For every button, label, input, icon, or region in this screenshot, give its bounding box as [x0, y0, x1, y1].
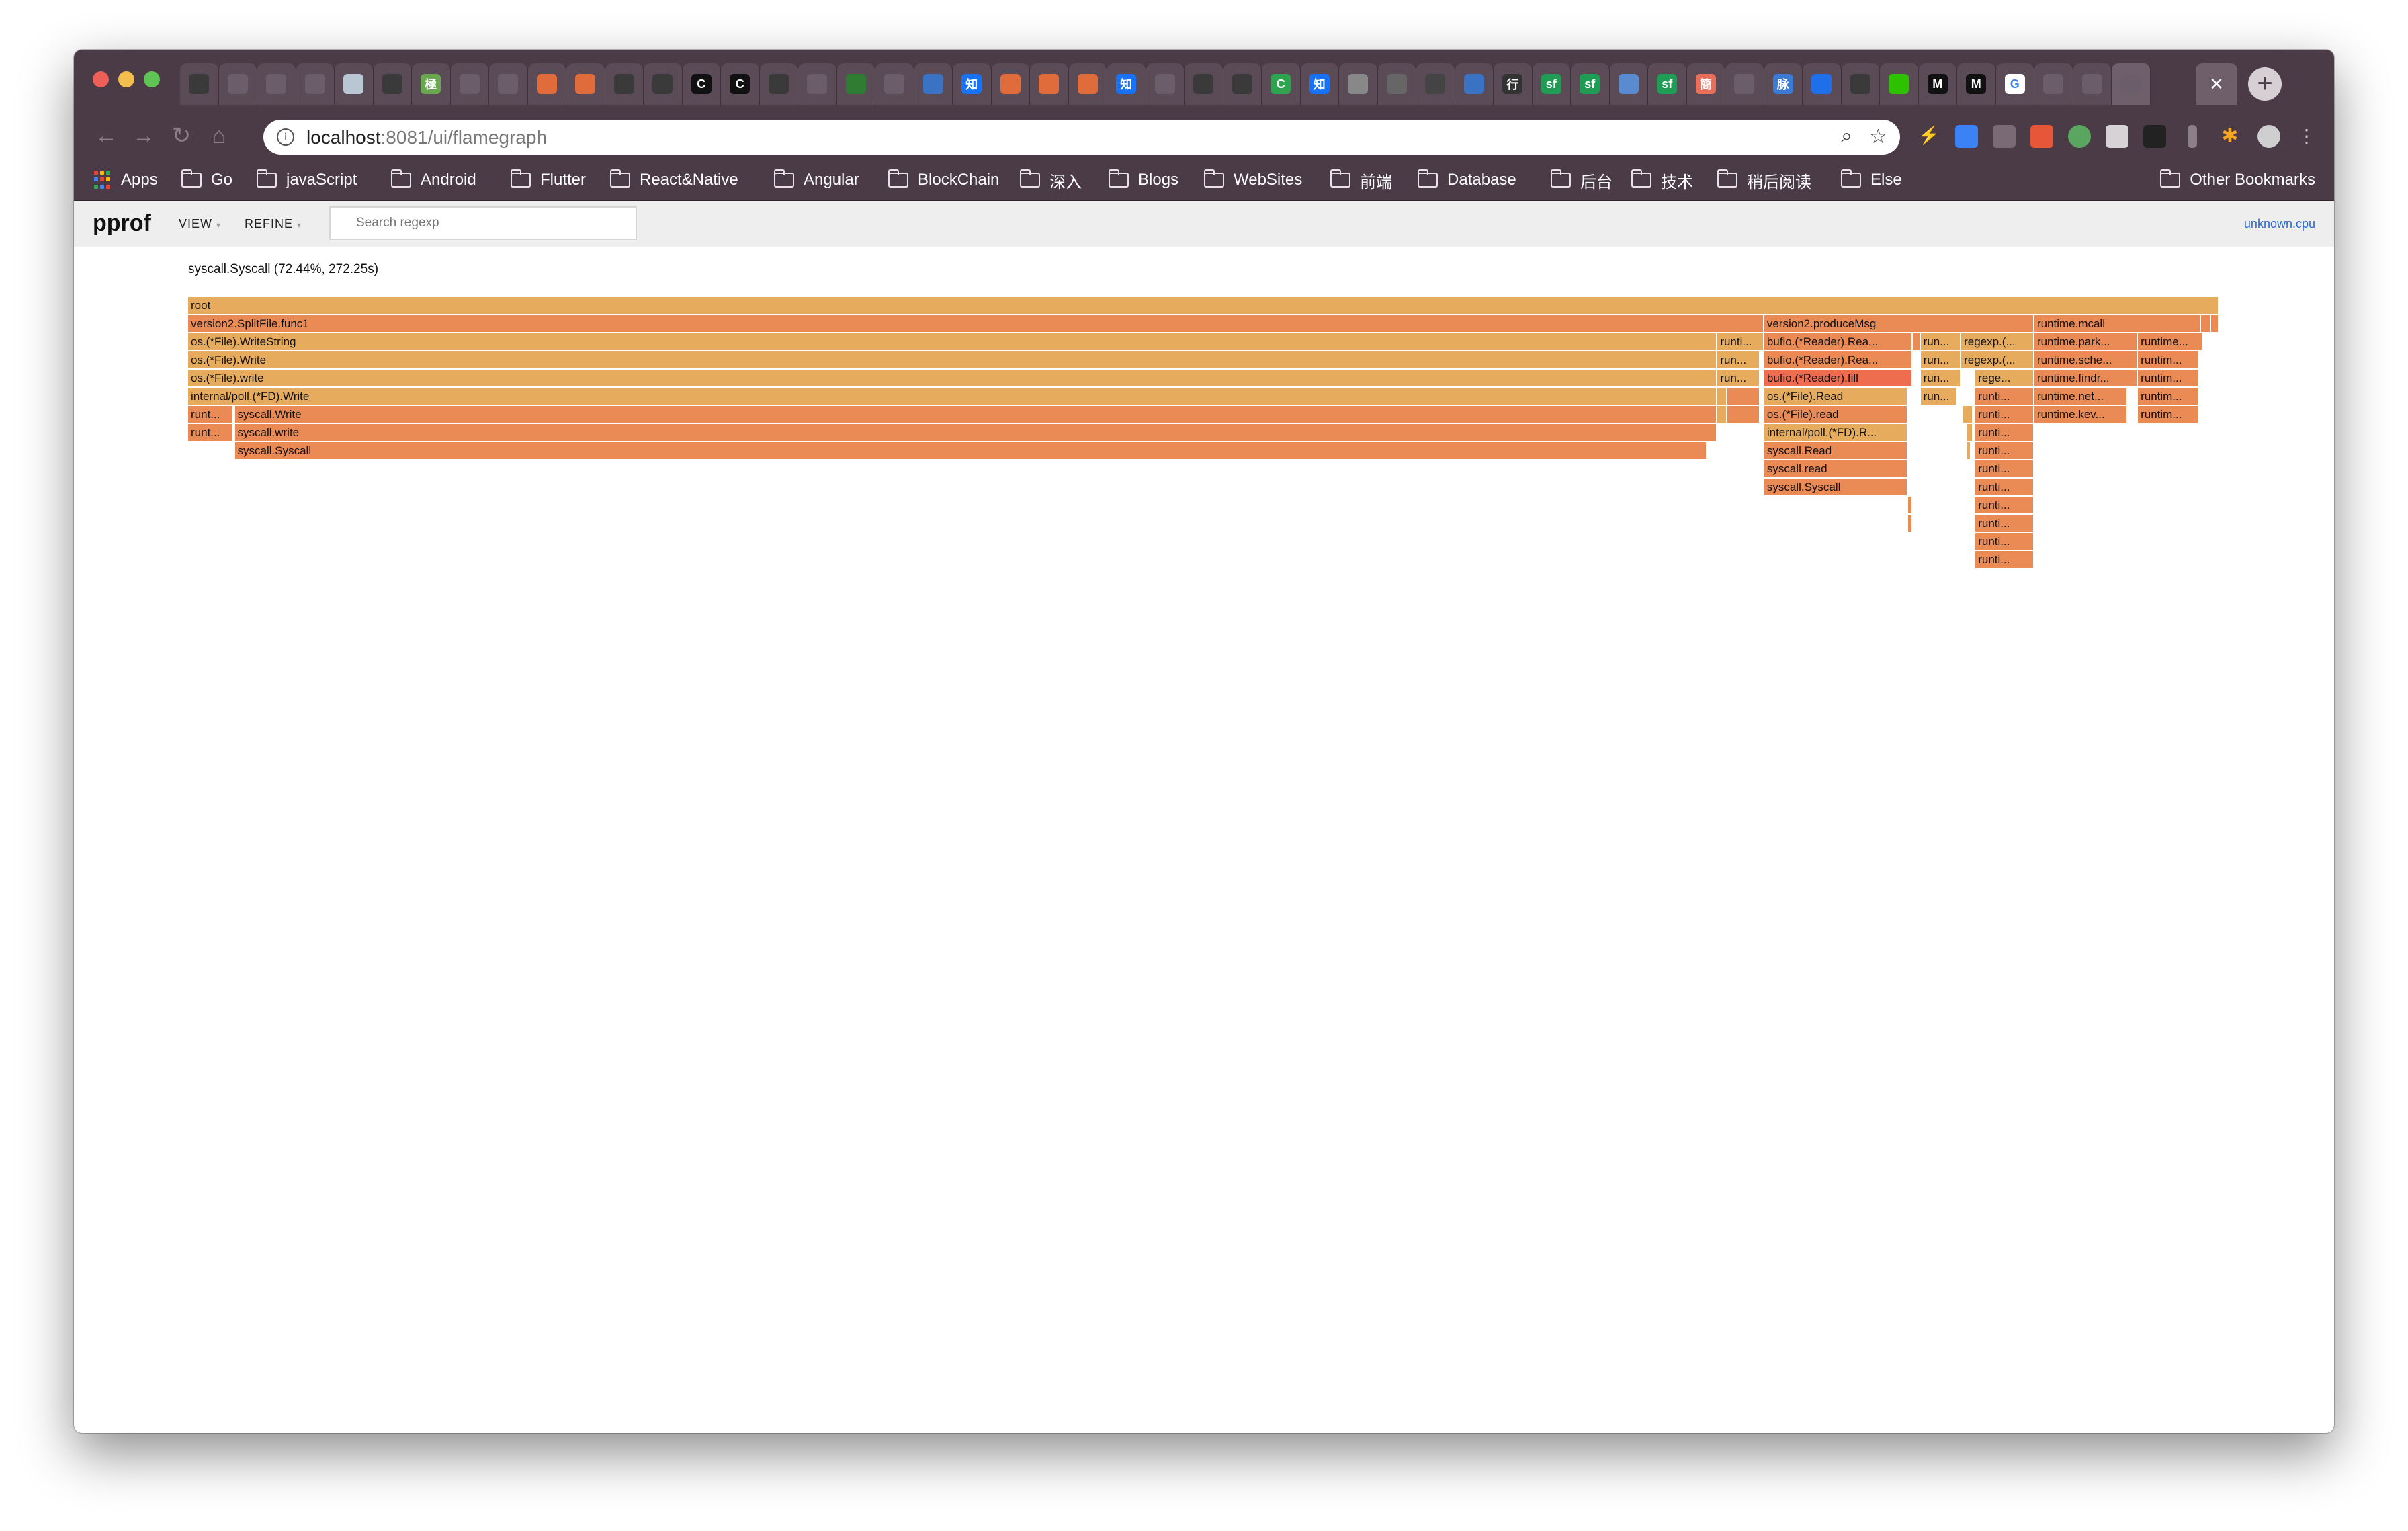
flame-frame[interactable] — [1967, 442, 1972, 459]
browser-window: 極 C C 知知 C 知行 sf sf sf 簡脉 M M G × + ← → ↻ ⌂ i localh… — [74, 50, 2334, 1433]
flame-frame[interactable]: os.(*File).Read — [1764, 388, 1909, 405]
flame-frame[interactable]: bufio.(*Reader).fill — [1764, 370, 1913, 386]
flame-frame[interactable]: runti... — [1975, 479, 2034, 495]
flame-frame[interactable]: run... — [1920, 370, 1962, 386]
flame-frame[interactable]: runtime.findr... — [2034, 370, 2139, 386]
flame-frame[interactable]: runtime.kev... — [2034, 406, 2128, 423]
flame-frame[interactable]: run... — [1717, 370, 1760, 386]
flame-frame[interactable] — [1963, 406, 1974, 423]
flame-frame[interactable]: os.(*File).write — [188, 370, 1718, 386]
flame-frame[interactable] — [1908, 497, 1913, 513]
flame-frame[interactable]: runti... — [1975, 533, 2034, 550]
flame-frame[interactable]: run... — [1920, 333, 1962, 350]
flame-frame[interactable]: root — [188, 297, 2219, 314]
flame-frame[interactable]: runti... — [1717, 333, 1764, 350]
flame-frame[interactable] — [1908, 515, 1913, 532]
flame-frame[interactable]: os.(*File).WriteString — [188, 333, 1718, 350]
flame-frame[interactable]: runtim... — [2138, 388, 2199, 405]
flame-frame[interactable] — [1912, 333, 1921, 350]
flame-frame[interactable]: runti... — [1975, 388, 2034, 405]
flame-frame[interactable]: regexp.(... — [1961, 351, 2034, 368]
flame-frame[interactable]: runtim... — [2138, 351, 2199, 368]
flame-frame[interactable]: internal/poll.(*FD).R... — [1764, 424, 1909, 441]
flame-frame[interactable] — [2210, 315, 2219, 332]
flame-frame[interactable]: runtim... — [2138, 406, 2199, 423]
flame-frame[interactable]: runt... — [188, 406, 233, 423]
flame-frame[interactable]: bufio.(*Reader).Rea... — [1764, 351, 1913, 368]
flame-frame[interactable] — [2200, 315, 2211, 332]
flame-frame[interactable] — [1717, 406, 1728, 423]
flame-frame[interactable]: runti... — [1975, 551, 2034, 568]
flame-frame[interactable]: version2.produceMsg — [1764, 315, 2034, 332]
flame-frame[interactable]: syscall.Read — [1764, 442, 1909, 459]
flame-frame[interactable]: runti... — [1975, 515, 2034, 532]
flame-frame[interactable]: syscall.Syscall — [1764, 479, 1909, 495]
flame-frame[interactable]: run... — [1920, 388, 1958, 405]
flame-frame[interactable]: runti... — [1975, 442, 2034, 459]
flame-frame[interactable]: runtime.net... — [2034, 388, 2128, 405]
flame-frame[interactable]: syscall.read — [1764, 460, 1909, 477]
flame-frame[interactable]: runtime... — [2138, 333, 2203, 350]
flame-frame[interactable]: runt... — [188, 424, 233, 441]
flame-frame[interactable] — [1727, 388, 1760, 405]
flame-frame[interactable]: run... — [1717, 351, 1760, 368]
flame-frame[interactable]: bufio.(*Reader).Rea... — [1764, 333, 1913, 350]
flame-frame[interactable]: runtime.mcall — [2034, 315, 2201, 332]
flame-frame[interactable]: syscall.Syscall — [234, 442, 1708, 459]
flame-graph: root version2.SplitFile.func1 version2.pro… — [74, 50, 2334, 1433]
flame-frame[interactable]: runti... — [1975, 460, 2034, 477]
flame-frame[interactable]: run... — [1920, 351, 1962, 368]
flame-frame[interactable]: runti... — [1975, 497, 2034, 513]
flame-frame[interactable] — [1717, 388, 1728, 405]
flame-frame[interactable]: runtime.sche... — [2034, 351, 2139, 368]
flame-frame[interactable]: version2.SplitFile.func1 — [188, 315, 1764, 332]
flame-frame[interactable]: syscall.write — [234, 424, 1718, 441]
flame-frame[interactable]: os.(*File).read — [1764, 406, 1909, 423]
flame-frame[interactable]: internal/poll.(*FD).Write — [188, 388, 1718, 405]
flame-frame[interactable]: os.(*File).Write — [188, 351, 1718, 368]
flame-frame[interactable]: syscall.Write — [234, 406, 1718, 423]
flame-frame[interactable]: runti... — [1975, 406, 2034, 423]
flame-frame[interactable]: rege... — [1975, 370, 2034, 386]
flame-frame[interactable]: runti... — [1975, 424, 2034, 441]
flame-frame[interactable] — [1727, 406, 1760, 423]
flame-frame[interactable]: runtim... — [2138, 370, 2199, 386]
flame-frame[interactable]: regexp.(... — [1961, 333, 2034, 350]
flame-frame[interactable]: runtime.park... — [2034, 333, 2139, 350]
flame-frame[interactable] — [1967, 424, 1974, 441]
